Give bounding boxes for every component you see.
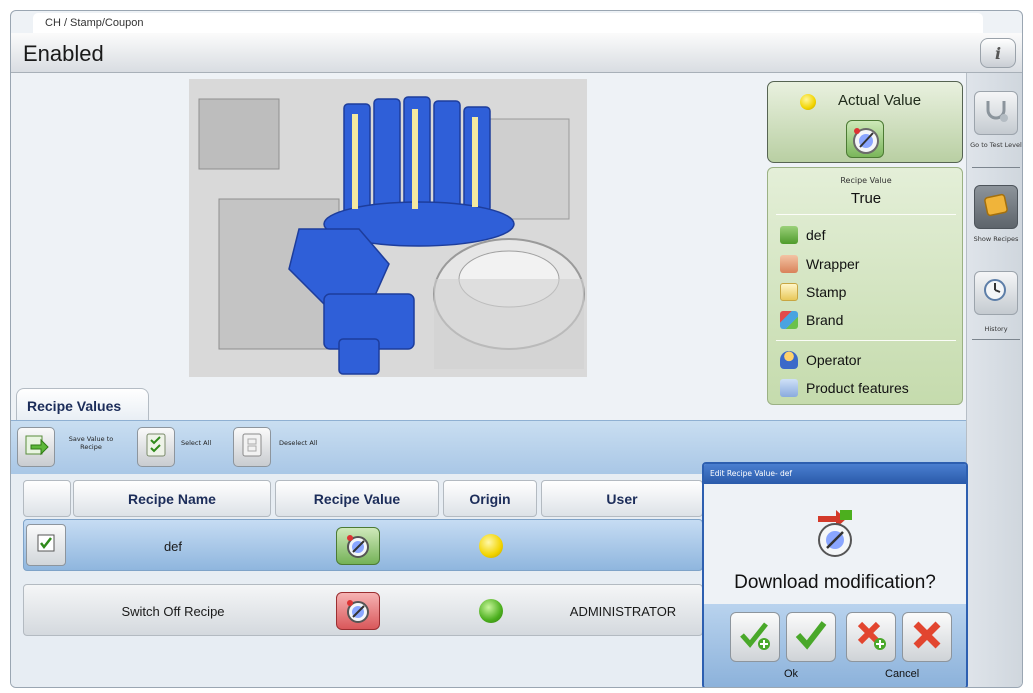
recipe-value-icon bbox=[336, 592, 380, 630]
cell-recipe-value bbox=[276, 520, 440, 572]
recipe-value-text: True bbox=[850, 190, 882, 207]
cell-recipe-value bbox=[276, 585, 440, 637]
column-header-origin[interactable]: Origin bbox=[443, 480, 537, 517]
sidebar-item-label: Go to Test Level bbox=[970, 141, 1022, 149]
page-title: Enabled bbox=[23, 41, 104, 66]
deselect-all-label: Deselect All bbox=[279, 439, 318, 447]
edit-recipe-value-dialog: Edit Recipe Value- def Download modifica… bbox=[702, 462, 968, 687]
edit-value-icon bbox=[846, 120, 884, 158]
column-header-recipe-value[interactable]: Recipe Value bbox=[275, 480, 439, 517]
select-all-button[interactable] bbox=[137, 427, 175, 467]
column-header-recipe-name[interactable]: Recipe Name bbox=[73, 480, 271, 517]
ok-download-button[interactable] bbox=[730, 612, 780, 662]
column-header-user[interactable]: User bbox=[541, 480, 703, 517]
recipe-item-label: Stamp bbox=[806, 284, 847, 300]
table-row[interactable]: def bbox=[23, 519, 703, 571]
app-window: CH / Stamp/Coupon Enabled i Actual Value… bbox=[10, 10, 1023, 688]
cell-origin bbox=[444, 520, 538, 572]
brand-icon bbox=[780, 311, 798, 329]
recipe-item-label: Wrapper bbox=[806, 256, 860, 272]
ok-label: Ok bbox=[784, 668, 799, 680]
operator-item[interactable]: Operator bbox=[780, 349, 861, 371]
actual-value-label: Actual Value bbox=[838, 92, 922, 109]
history-icon bbox=[981, 276, 1011, 310]
row-checkbox[interactable] bbox=[26, 524, 66, 566]
recipe-item-stamp[interactable]: Stamp bbox=[780, 281, 846, 303]
recipe-book-icon bbox=[981, 190, 1011, 224]
checkmark-icon bbox=[36, 533, 56, 557]
recipe-item-brand[interactable]: Brand bbox=[780, 309, 843, 331]
title-bar: Enabled i bbox=[11, 33, 1022, 73]
sidebar-item-label: History bbox=[984, 325, 1008, 333]
operator-label: Operator bbox=[806, 352, 862, 368]
cell-user: ADMINISTRATOR bbox=[569, 603, 677, 619]
sidebar-item-label: Show Recipes bbox=[973, 235, 1019, 243]
select-all-icon bbox=[144, 432, 168, 462]
dialog-title: Edit Recipe Value- def bbox=[704, 464, 966, 484]
stamp-icon bbox=[780, 283, 798, 301]
actual-value-button[interactable]: Actual Value bbox=[767, 81, 963, 163]
wrapper-icon bbox=[780, 255, 798, 273]
cross-plus-icon bbox=[854, 618, 888, 656]
go-to-test-level-button[interactable] bbox=[974, 91, 1018, 135]
divider bbox=[972, 339, 1020, 340]
recipe-value-caption: Recipe Value bbox=[840, 176, 892, 185]
divider bbox=[776, 214, 956, 215]
product-features-item[interactable]: Product features bbox=[780, 377, 909, 399]
yellow-status-dot bbox=[800, 94, 816, 110]
show-recipes-button[interactable] bbox=[974, 185, 1018, 229]
select-all-label: Select All bbox=[181, 439, 212, 447]
operator-icon bbox=[780, 351, 798, 369]
recipe-item-label: Brand bbox=[806, 312, 844, 328]
deselect-all-icon bbox=[240, 432, 264, 462]
cell-origin bbox=[444, 585, 538, 637]
ok-button[interactable] bbox=[786, 612, 836, 662]
check-icon bbox=[794, 618, 828, 656]
divider bbox=[776, 340, 956, 341]
product-features-label: Product features bbox=[806, 380, 909, 396]
cancel-label: Cancel bbox=[885, 668, 920, 680]
breadcrumb: CH / Stamp/Coupon bbox=[33, 13, 983, 33]
save-value-button[interactable] bbox=[17, 427, 55, 467]
table-row[interactable]: Switch Off Recipe ADMINISTRATOR bbox=[23, 584, 703, 636]
cross-icon bbox=[910, 618, 944, 656]
column-header-select bbox=[23, 480, 71, 517]
cancel-button[interactable] bbox=[902, 612, 952, 662]
product-features-icon bbox=[780, 379, 798, 397]
save-arrow-icon bbox=[23, 432, 49, 462]
recipe-item-label: def bbox=[806, 227, 826, 243]
origin-status-dot bbox=[479, 599, 503, 623]
download-icon bbox=[780, 226, 798, 244]
recipe-item-wrapper[interactable]: Wrapper bbox=[780, 253, 859, 275]
save-value-label: Save Value to Recipe bbox=[68, 435, 114, 451]
download-value-icon bbox=[810, 502, 860, 562]
dialog-button-bar: Ok Cancel bbox=[704, 604, 966, 687]
cell-recipe-name: def bbox=[163, 538, 183, 554]
recipe-value-panel: Recipe Value True def Wrapper Stamp Bran… bbox=[767, 167, 963, 405]
recipe-item-def[interactable]: def bbox=[780, 224, 825, 246]
cancel-download-button[interactable] bbox=[846, 612, 896, 662]
info-button[interactable]: i bbox=[980, 38, 1016, 68]
history-button[interactable] bbox=[974, 271, 1018, 315]
stethoscope-icon bbox=[981, 96, 1011, 130]
info-icon: i bbox=[994, 43, 1002, 63]
machine-picture bbox=[189, 79, 587, 377]
origin-status-dot bbox=[479, 534, 503, 558]
deselect-all-button[interactable] bbox=[233, 427, 271, 467]
tab-recipe-values[interactable]: Recipe Values bbox=[16, 388, 149, 421]
check-plus-icon bbox=[738, 618, 772, 656]
right-sidebar: Go to Test Level Show Recipes History bbox=[966, 73, 1022, 687]
divider bbox=[972, 167, 1020, 168]
cell-user bbox=[542, 520, 704, 572]
recipe-value-icon bbox=[336, 527, 380, 565]
cell-recipe-name: Switch Off Recipe bbox=[121, 603, 225, 619]
dialog-message: Download modification? bbox=[734, 572, 936, 593]
